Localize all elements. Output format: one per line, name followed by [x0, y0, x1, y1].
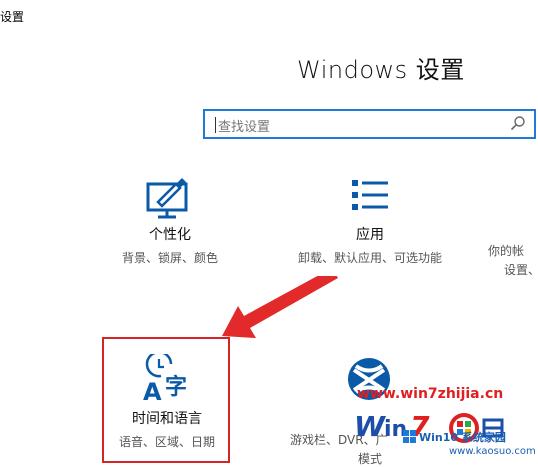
highlight-box [102, 337, 230, 463]
watermark-brand-text: Win10 系统家园 [419, 431, 506, 444]
page-title: Windows 设置 [297, 56, 465, 84]
annotation-arrow-icon [222, 276, 338, 338]
search-box[interactable]: 查找设置 [203, 109, 536, 139]
text-caret [215, 117, 216, 133]
windows-logo-icon [403, 430, 416, 443]
watermark-brand: Win10 系统家园 www.kaosuo.com [403, 429, 538, 461]
tile-description: 你的帐 [488, 244, 525, 258]
tile-description-continued: 设置、 [504, 263, 538, 277]
apps-icon [352, 180, 388, 210]
tile-accounts[interactable]: 你的帐 设置、 [488, 242, 538, 278]
tile-personalization[interactable]: 个性化 背景、锁屏、颜色 [115, 178, 225, 266]
tile-description-continued: 模式 [358, 452, 383, 466]
tile-description: 背景、锁屏、颜色 [121, 251, 218, 265]
watermark-url: www.win7zhijia.cn [357, 386, 504, 402]
tile-description: 卸载、默认应用、可选功能 [297, 251, 442, 265]
personalization-icon [146, 178, 188, 219]
tile-apps[interactable]: 应用 卸载、默认应用、可选功能 [290, 178, 450, 266]
search-icon[interactable] [510, 115, 526, 131]
watermark-domain: www.kaosuo.com [449, 446, 536, 457]
svg-text:W: W [354, 410, 386, 443]
tile-label: 应用 [356, 227, 384, 243]
tile-label: 个性化 [149, 227, 191, 243]
window-title: 设置 [0, 10, 25, 24]
search-input[interactable]: 查找设置 [218, 116, 270, 135]
